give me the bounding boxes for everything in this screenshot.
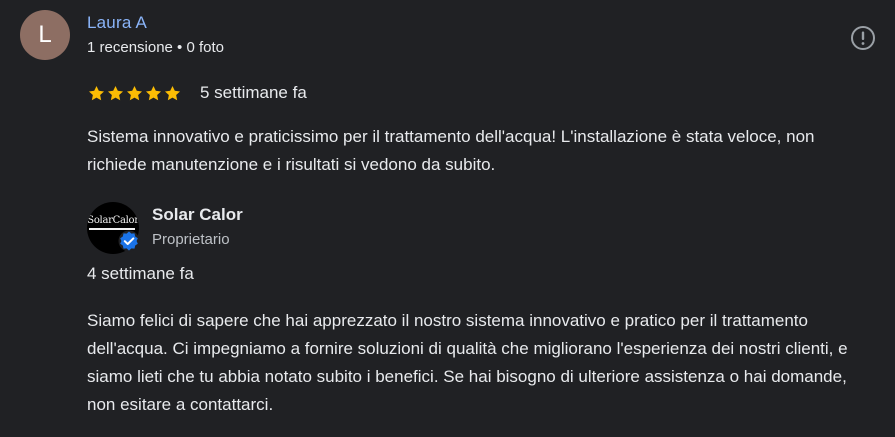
star-icon — [107, 85, 124, 100]
author-meta: 1 recensione • 0 foto — [87, 39, 225, 56]
star-icon — [164, 85, 181, 100]
owner-name: Solar Calor — [152, 205, 243, 224]
rating-row: 5 settimane fa — [87, 83, 307, 103]
review-card: L Laura A 1 recensione • 0 foto 5 settim… — [0, 0, 895, 437]
star-rating — [87, 84, 182, 103]
reply-text: Siamo felici di sapere che hai apprezzat… — [87, 311, 848, 414]
author-avatar[interactable]: L — [20, 10, 70, 60]
star-icon — [126, 85, 143, 100]
author-name[interactable]: Laura A — [87, 13, 147, 33]
reply-date: 4 settimane fa — [87, 264, 194, 283]
star-icon — [145, 85, 162, 100]
review-text: Sistema innovativo e praticissimo per il… — [87, 127, 815, 174]
owner-role-label: Proprietario — [152, 231, 230, 248]
owner-logo-text: SolarCalor — [87, 215, 139, 226]
star-icon — [88, 85, 105, 100]
verified-badge-icon — [118, 230, 140, 252]
report-icon[interactable] — [850, 25, 876, 51]
review-date: 5 settimane fa — [200, 83, 307, 102]
